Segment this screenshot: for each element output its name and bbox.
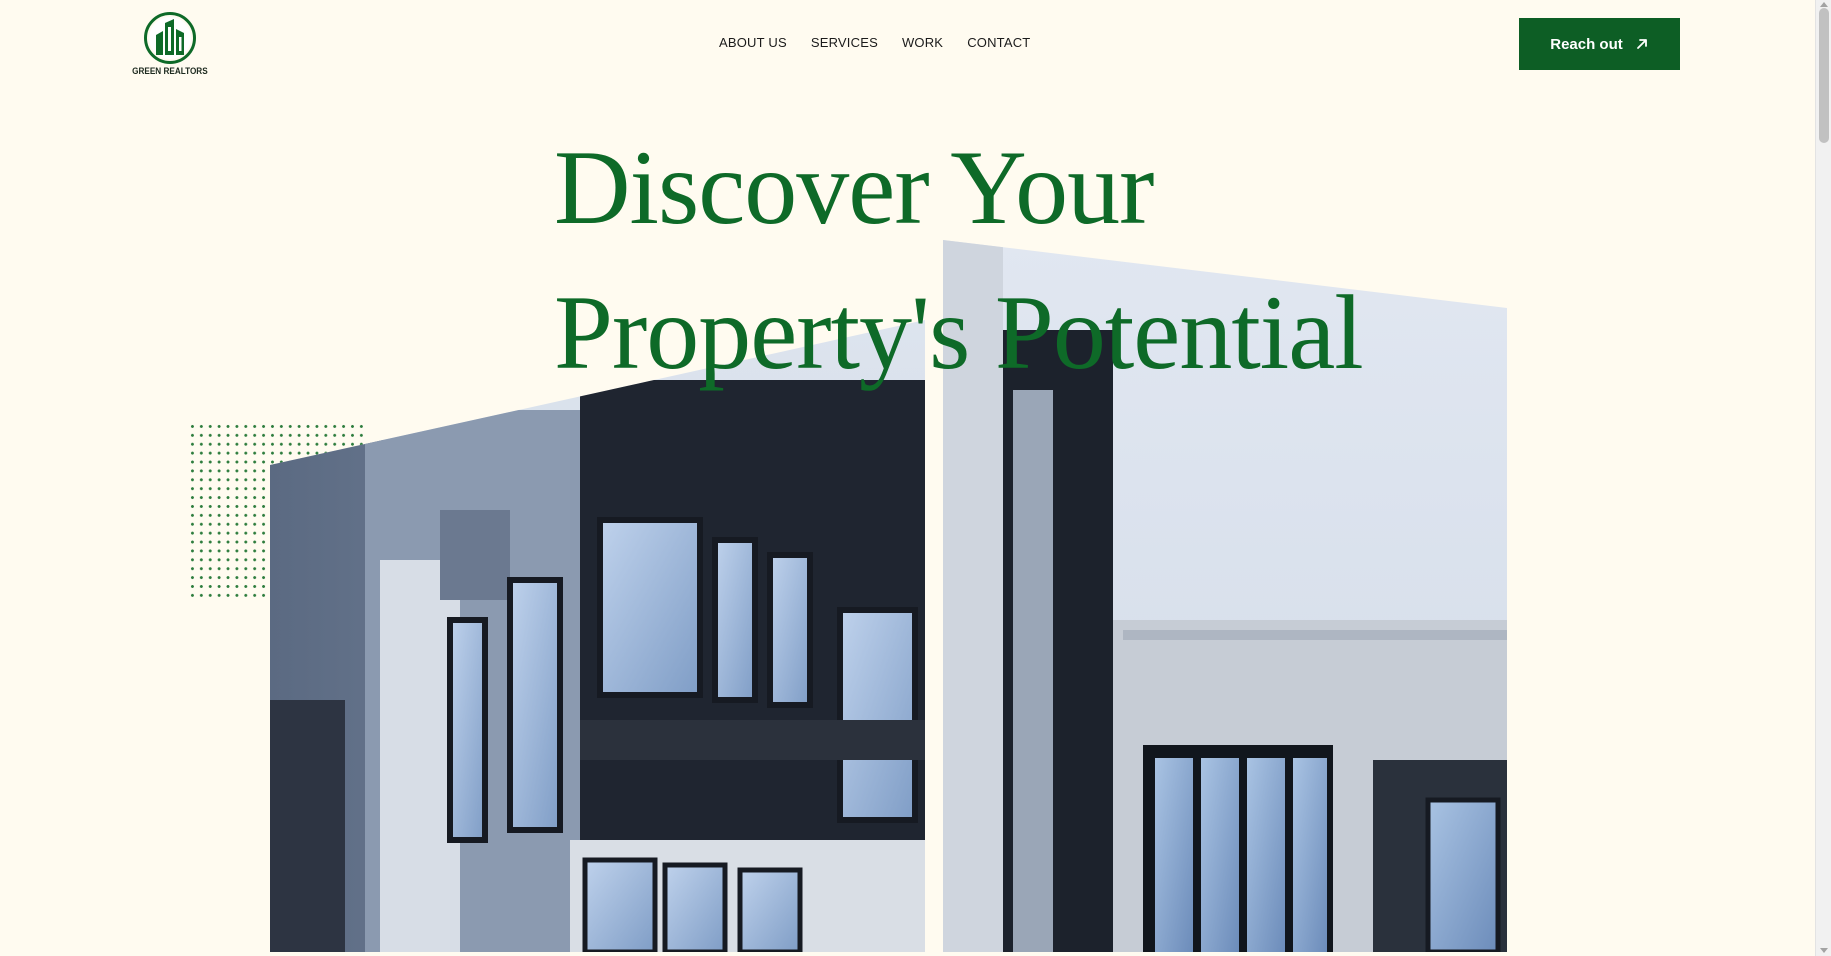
hero-heading: Discover Your Property's Potential [554, 115, 1364, 405]
site-header: GREEN REALTORS ABOUT US SERVICES WORK CO… [0, 0, 1815, 90]
brand-logo[interactable]: GREEN REALTORS [132, 11, 208, 77]
building-logo-icon [144, 12, 196, 64]
reach-out-label: Reach out [1550, 35, 1623, 53]
reach-out-button[interactable]: Reach out [1519, 18, 1680, 70]
main-nav: ABOUT US SERVICES WORK CONTACT [719, 35, 1030, 50]
nav-item-contact[interactable]: CONTACT [967, 35, 1030, 50]
page-scrollbar[interactable] [1815, 0, 1831, 956]
building-photo-left [270, 320, 925, 952]
arrow-up-right-icon [1636, 39, 1647, 49]
scroll-thumb[interactable] [1819, 8, 1829, 143]
scroll-up-icon[interactable] [1820, 2, 1828, 7]
nav-item-work[interactable]: WORK [902, 35, 943, 50]
hero-heading-line-2: Property's Potential [554, 274, 1364, 391]
scroll-down-icon[interactable] [1820, 948, 1828, 953]
nav-item-services[interactable]: SERVICES [811, 35, 878, 50]
hero-heading-line-1: Discover Your [554, 129, 1154, 246]
nav-item-about-us[interactable]: ABOUT US [719, 35, 787, 50]
brand-name: GREEN REALTORS [132, 66, 208, 77]
